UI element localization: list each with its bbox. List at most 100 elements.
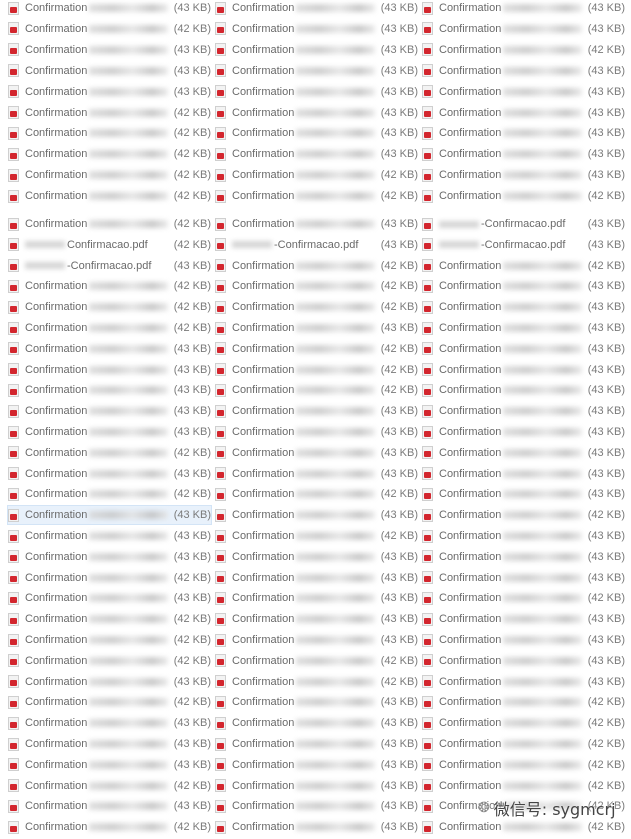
attachment-item[interactable]: Confirmation (42 KB) [8,652,211,670]
attachment-item[interactable]: Confirmation (43 KB) [215,0,418,17]
attachment-item[interactable]: Confirmation (43 KB) [215,319,418,337]
attachment-item[interactable]: Confirmation (42 KB) [215,298,418,316]
attachment-item[interactable]: Confirmation (42 KB) [422,693,625,711]
attachment-item[interactable]: Confirmation (43 KB) [422,62,625,80]
attachment-item[interactable]: Confirmation (43 KB) [215,818,418,836]
attachment-item[interactable]: Confirmation (43 KB) [8,423,211,441]
attachment-item[interactable]: Confirmation (42 KB) [8,818,211,836]
attachment-item[interactable]: Confirmation (42 KB) [8,145,211,163]
attachment-item[interactable]: Confirmation (42 KB) [8,187,211,205]
attachment-item[interactable]: Confirmation (42 KB) [422,257,625,275]
attachment-item[interactable]: Confirmation (42 KB) [8,569,211,587]
attachment-item[interactable]: Confirmation (43 KB) [215,589,418,607]
attachment-item[interactable]: Confirmation (43 KB) [215,124,418,142]
attachment-item[interactable]: Confirmation (43 KB) [8,381,211,399]
attachment-item[interactable]: Confirmation (42 KB) [8,693,211,711]
attachment-item[interactable]: Confirmation (43 KB) [215,402,418,420]
attachment-item[interactable]: Confirmation (42 KB) [215,361,418,379]
attachment-item[interactable]: Confirmation (43 KB) [8,465,211,483]
attachment-item[interactable]: Confirmation (43 KB) [422,610,625,628]
attachment-item[interactable]: Confirmation (42 KB) [215,340,418,358]
attachment-item[interactable]: Confirmation (43 KB) [422,166,625,184]
attachment-item[interactable]: Confirmation (43 KB) [8,735,211,753]
attachment-item[interactable]: Confirmation (43 KB) [8,83,211,101]
attachment-item[interactable]: Confirmation (43 KB) [215,714,418,732]
attachment-item[interactable]: Confirmation (42 KB) [215,277,418,295]
attachment-item[interactable]: Confirmation (43 KB) [215,62,418,80]
attachment-item[interactable]: Confirmation (43 KB) [422,277,625,295]
attachment-item[interactable]: Confirmation (42 KB) [422,506,625,524]
attachment-item[interactable]: Confirmation (43 KB) [8,673,211,691]
attachment-item[interactable]: Confirmation (43 KB) [422,361,625,379]
attachment-item[interactable]: Confirmation (42 KB) [422,41,625,59]
attachment-item[interactable]: Confirmation (43 KB) [422,124,625,142]
attachment-item[interactable]: Confirmation (43 KB) [215,104,418,122]
attachment-item[interactable]: Confirmation (42 KB) [8,298,211,316]
attachment-item[interactable]: Confirmation (43 KB) [422,145,625,163]
attachment-item[interactable]: Confirmation (43 KB) [215,777,418,795]
attachment-item[interactable]: Confirmation (42 KB) [215,673,418,691]
attachment-item[interactable]: Confirmation (42 KB) [8,777,211,795]
attachment-item[interactable]: Confirmation (43 KB) [215,215,418,233]
attachment-item[interactable]: Confirmation (42 KB) [8,631,211,649]
attachment-item[interactable]: Confirmation (43 KB) [422,381,625,399]
attachment-item[interactable]: Confirmation (43 KB) [7,505,212,526]
attachment-item[interactable]: Confirmation (42 KB) [8,104,211,122]
attachment-item[interactable]: Confirmation (42 KB) [422,818,625,836]
attachment-item[interactable]: Confirmation (42 KB) [8,485,211,503]
attachment-item[interactable]: Confirmation (43 KB) [422,652,625,670]
attachment-item[interactable]: Confirmation (42 KB) [422,187,625,205]
attachment-item[interactable]: Confirmation (43 KB) [8,402,211,420]
attachment-item[interactable]: Confirmation (42 KB) [8,166,211,184]
attachment-item[interactable]: Confirmation (42 KB) [215,166,418,184]
attachment-item[interactable]: Confirmation (43 KB) [422,104,625,122]
attachment-item[interactable]: Confirmation (43 KB) [422,0,625,17]
attachment-item[interactable]: Confirmation (43 KB) [215,548,418,566]
attachment-item[interactable]: Confirmation (43 KB) [422,20,625,38]
attachment-item[interactable]: Confirmation (43 KB) [422,402,625,420]
attachment-item[interactable]: Confirmation (43 KB) [422,485,625,503]
attachment-item[interactable]: -Confirmacao.pdf (43 KB) [422,236,625,254]
attachment-item[interactable]: -Confirmacao.pdf (43 KB) [422,215,625,233]
attachment-item[interactable]: Confirmation (42 KB) [8,444,211,462]
attachment-item[interactable]: Confirmation (42 KB) [215,187,418,205]
attachment-item[interactable]: Confirmation (42 KB) [215,381,418,399]
attachment-item[interactable]: Confirmation (42 KB) [8,20,211,38]
attachment-item[interactable]: Confirmation (43 KB) [8,714,211,732]
attachment-item[interactable]: Confirmation (42 KB) [215,652,418,670]
attachment-item[interactable]: Confirmation (43 KB) [422,548,625,566]
attachment-item[interactable]: Confirmation (42 KB) [422,756,625,774]
attachment-item[interactable]: Confirmation (43 KB) [215,423,418,441]
attachment-item[interactable]: Confirmation (43 KB) [8,41,211,59]
attachment-item[interactable]: Confirmation (43 KB) [8,548,211,566]
attachment-item[interactable]: Confirmation (42 KB) [8,319,211,337]
attachment-item[interactable]: Confirmation (43 KB) [8,589,211,607]
attachment-item[interactable]: -Confirmacao.pdf (43 KB) [8,257,211,275]
attachment-item[interactable]: Confirmation (43 KB) [215,20,418,38]
attachment-item[interactable]: Confirmation (43 KB) [8,361,211,379]
attachment-item[interactable]: Confirmation (43 KB) [215,735,418,753]
attachment-item[interactable]: Confirmation (42 KB) [8,215,211,233]
attachment-item[interactable]: Confirmation (43 KB) [215,145,418,163]
attachment-item[interactable]: Confirmation (43 KB) [215,631,418,649]
attachment-item[interactable]: Confirmation (43 KB) [8,756,211,774]
attachment-item[interactable]: Confirmation (43 KB) [8,340,211,358]
attachment-item[interactable]: Confirmation (43 KB) [422,465,625,483]
attachment-item[interactable]: -Confirmacao.pdf (43 KB) [215,236,418,254]
attachment-item[interactable]: Confirmation (43 KB) [215,797,418,815]
attachment-item[interactable]: Confirmation (43 KB) [422,527,625,545]
attachment-item[interactable]: Confirmation (42 KB) [8,610,211,628]
attachment-item[interactable]: Confirmation (42 KB) [215,527,418,545]
attachment-item[interactable]: Confirmation (43 KB) [8,0,211,17]
attachment-item[interactable]: Confirmation (43 KB) [215,41,418,59]
attachment-item[interactable]: Confirmation (43 KB) [8,797,211,815]
attachment-item[interactable]: Confirmation (43 KB) [215,83,418,101]
attachment-item[interactable]: Confirmation (43 KB) [8,527,211,545]
attachment-item[interactable]: Confirmation (42 KB) [422,714,625,732]
attachment-item[interactable]: Confirmation (43 KB) [422,340,625,358]
attachment-item[interactable]: Confirmation (43 KB) [422,631,625,649]
attachment-item[interactable]: Confirmation (43 KB) [8,62,211,80]
attachment-item[interactable]: Confirmation (42 KB) [8,277,211,295]
attachment-item[interactable]: Confirmation (42 KB) [8,124,211,142]
attachment-item[interactable]: Confirmation (43 KB) [422,673,625,691]
